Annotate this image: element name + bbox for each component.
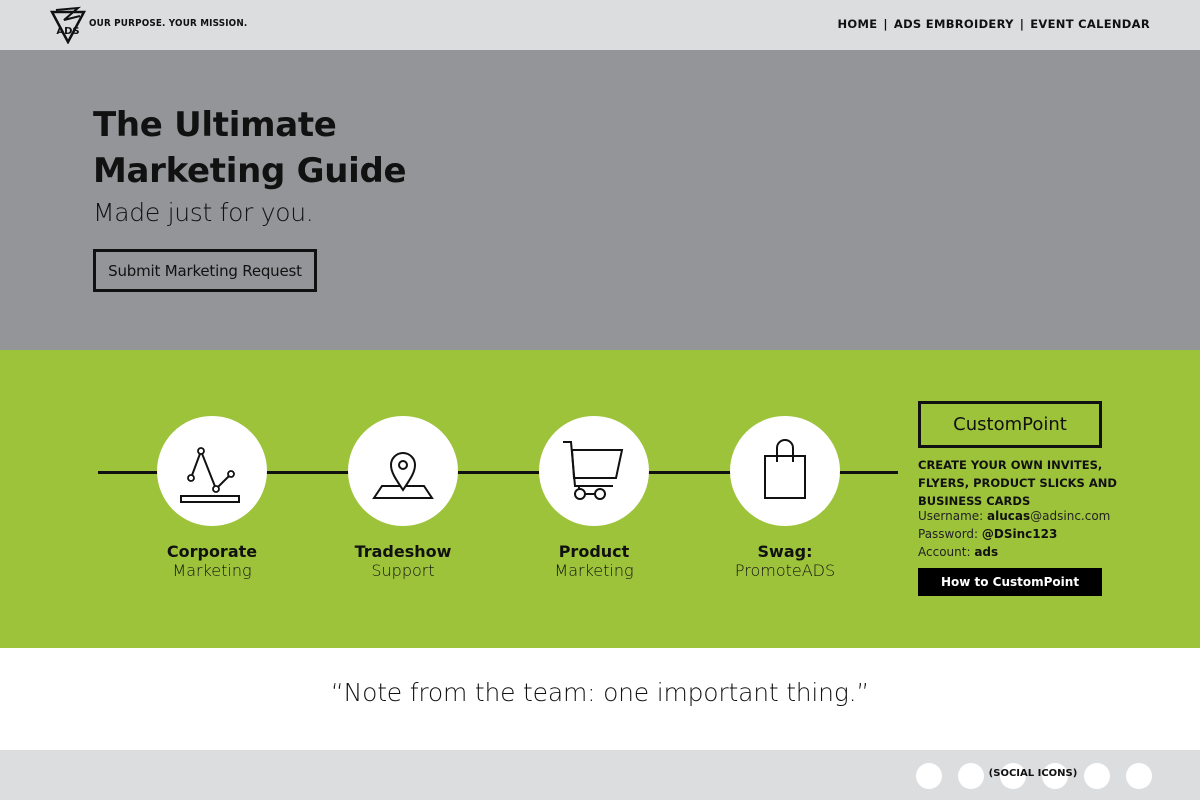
nav-separator: |: [883, 17, 888, 31]
nav-home-link[interactable]: HOME: [837, 17, 877, 31]
service-subtitle: Marketing: [554, 561, 634, 580]
nav-ads-embroidery-link[interactable]: ADS EMBROIDERY: [894, 17, 1014, 31]
ads-logo-icon[interactable]: ADS: [50, 6, 86, 44]
social-icon[interactable]: [958, 763, 984, 789]
service-subtitle: Support: [371, 561, 435, 580]
site-header: ADS OUR PURPOSE. YOUR MISSION. HOME | AD…: [0, 0, 1200, 50]
top-nav: HOME | ADS EMBROIDERY | EVENT CALENDAR: [837, 17, 1150, 31]
service-corporate-marketing[interactable]: Corporate Marketing: [117, 416, 307, 581]
service-subtitle: Marketing: [172, 561, 252, 580]
social-icon[interactable]: [1126, 763, 1152, 789]
username-label: Username:: [918, 509, 984, 523]
service-product-marketing[interactable]: Product Marketing: [499, 416, 689, 581]
shopping-cart-icon: [563, 441, 624, 500]
hero-title: The Ultimate Marketing Guide: [93, 105, 407, 191]
service-swag-promoteads[interactable]: Swag: PromoteADS: [690, 416, 880, 581]
service-title: Corporate: [166, 542, 258, 561]
service-title: Product: [558, 542, 630, 561]
social-icons-label: (SOCIAL ICONS): [988, 768, 1078, 779]
service-circle[interactable]: [539, 416, 649, 526]
service-subtitle: PromoteADS: [734, 561, 836, 580]
service-circle[interactable]: [157, 416, 267, 526]
custompoint-username: Username: alucas@adsinc.com: [918, 507, 1110, 525]
how-to-custompoint-button[interactable]: How to CustomPoint: [918, 568, 1102, 596]
custompoint-account: Account: ads: [918, 543, 998, 561]
line-chart-icon: [180, 447, 240, 503]
service-circle[interactable]: [348, 416, 458, 526]
site-tagline: OUR PURPOSE. YOUR MISSION.: [89, 18, 248, 29]
username-domain: @adsinc.com: [1030, 509, 1111, 523]
password-value: @DSinc123: [981, 527, 1058, 541]
map-pin-icon: [372, 452, 434, 499]
account-value: ads: [974, 545, 999, 559]
services-section: Corporate Marketing Tradeshow Support Pr…: [0, 350, 1200, 648]
service-title: Swag:: [757, 542, 813, 561]
hero-subtitle: Made just for you.: [93, 198, 314, 227]
quote-section: “Note from the team: one important thing…: [0, 648, 1200, 750]
service-circle[interactable]: [730, 416, 840, 526]
account-label: Account:: [918, 545, 971, 559]
username-value: alucas: [987, 509, 1031, 523]
service-tradeshow-support[interactable]: Tradeshow Support: [308, 416, 498, 581]
service-title: Tradeshow: [354, 542, 452, 561]
custompoint-heading: CREATE YOUR OWN INVITES, FLYERS, PRODUCT…: [918, 458, 1117, 508]
logo-text: ADS: [56, 26, 79, 37]
team-note-quote: “Note from the team: one important thing…: [330, 678, 870, 707]
social-icon[interactable]: [916, 763, 942, 789]
custompoint-button[interactable]: CustomPoint: [918, 401, 1102, 448]
custompoint-password: Password: @DSinc123: [918, 525, 1057, 543]
nav-separator: |: [1019, 17, 1025, 31]
site-footer: (SOCIAL ICONS): [0, 750, 1200, 800]
nav-event-calendar-link[interactable]: EVENT CALENDAR: [1030, 17, 1150, 31]
hero-section: The Ultimate Marketing Guide Made just f…: [0, 50, 1200, 350]
shopping-bag-icon: [764, 439, 806, 499]
submit-marketing-request-button[interactable]: Submit Marketing Request: [93, 249, 317, 292]
password-label: Password:: [918, 527, 979, 541]
social-icon[interactable]: [1084, 763, 1110, 789]
